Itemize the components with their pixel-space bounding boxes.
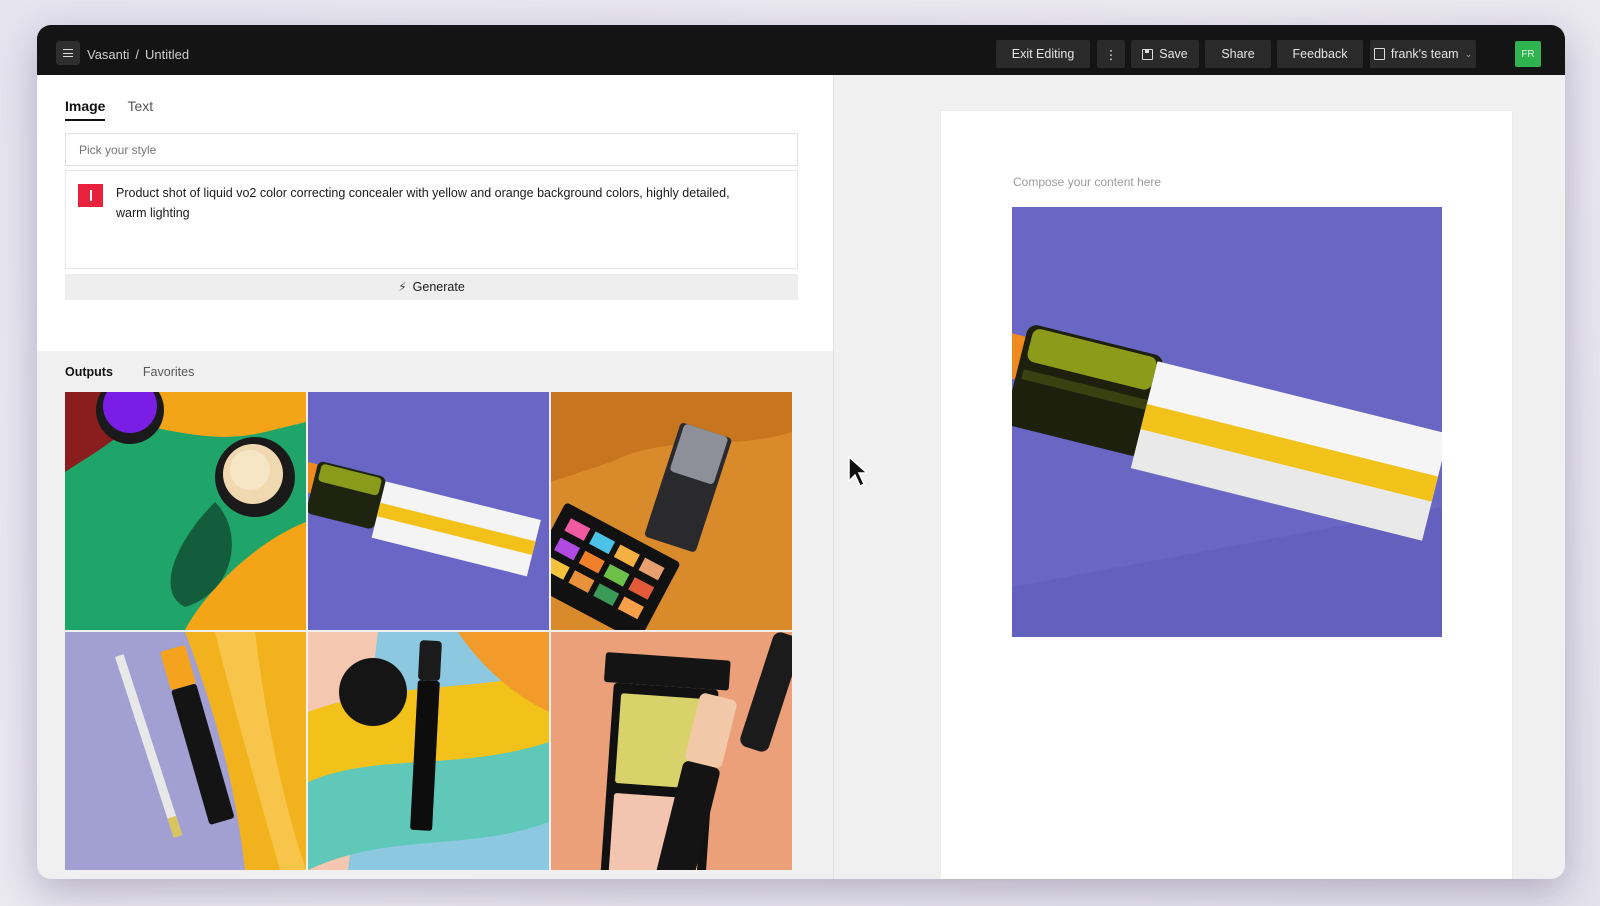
breadcrumb-workspace[interactable]: Vasanti <box>87 47 129 62</box>
output-image-6[interactable] <box>551 632 792 870</box>
generate-button[interactable]: ⚡ Generate <box>65 274 798 300</box>
outputs-tabs: Outputs Favorites <box>65 365 194 379</box>
output-image-2[interactable] <box>308 392 549 630</box>
more-icon: ⋮ <box>1104 47 1118 62</box>
breadcrumb: Vasanti / Untitled <box>87 47 189 62</box>
prompt-text[interactable]: Product shot of liquid vo2 color correct… <box>116 183 756 223</box>
canvas-selected-image[interactable] <box>1012 207 1442 637</box>
tab-outputs[interactable]: Outputs <box>65 365 113 379</box>
save-icon <box>1142 48 1154 60</box>
tab-image[interactable]: Image <box>65 98 106 121</box>
feedback-label: Feedback <box>1292 47 1348 61</box>
output-image-2-art <box>308 392 549 630</box>
prompt-textarea[interactable]: Product shot of liquid vo2 color correct… <box>65 170 798 269</box>
output-image-1-art <box>65 392 306 630</box>
output-image-3-art <box>551 392 792 630</box>
prompt-panel: Image Text Product shot of liquid vo2 co… <box>37 75 833 351</box>
exit-editing-button[interactable]: Exit Editing <box>996 40 1090 68</box>
canvas-image-art <box>1012 207 1442 637</box>
mouse-cursor-icon <box>848 455 869 488</box>
share-label: Share <box>1221 47 1255 61</box>
tab-text[interactable]: Text <box>127 98 153 121</box>
outputs-grid <box>65 392 793 870</box>
output-image-4-art <box>65 632 306 870</box>
tab-favorites[interactable]: Favorites <box>143 365 194 379</box>
magic-wand-icon: ⚡ <box>398 280 407 294</box>
save-label: Save <box>1159 47 1188 61</box>
generate-label: Generate <box>412 280 465 294</box>
text-cursor-icon <box>78 184 103 207</box>
output-image-1[interactable] <box>65 392 306 630</box>
output-image-5[interactable] <box>308 632 549 870</box>
canvas-hint: Compose your content here <box>1013 175 1162 189</box>
team-label: frank's team <box>1390 47 1459 61</box>
style-input[interactable] <box>65 133 798 166</box>
exit-editing-label: Exit Editing <box>1011 47 1075 61</box>
output-image-6-art <box>551 632 792 870</box>
chevron-down-icon: ⌄ <box>1464 48 1473 59</box>
more-options-button[interactable]: ⋮ <box>1097 40 1125 68</box>
save-button[interactable]: Save <box>1131 40 1199 68</box>
panel-divider <box>833 75 834 879</box>
output-image-5-art <box>308 632 549 870</box>
output-image-3[interactable] <box>551 392 792 630</box>
breadcrumb-separator: / <box>135 47 140 62</box>
breadcrumb-document[interactable]: Untitled <box>145 47 189 62</box>
compose-canvas[interactable]: Compose your content here <box>941 111 1512 879</box>
hamburger-icon[interactable] <box>56 41 80 65</box>
editor-tabs: Image Text <box>65 98 153 121</box>
team-icon <box>1373 48 1385 60</box>
app-window: Vasanti / Untitled Exit Editing ⋮ Save S… <box>37 25 1565 879</box>
output-image-4[interactable] <box>65 632 306 870</box>
top-bar: Vasanti / Untitled Exit Editing ⋮ Save S… <box>37 25 1565 75</box>
team-switcher-button[interactable]: frank's team ⌄ <box>1370 40 1476 68</box>
avatar[interactable]: FR <box>1515 41 1541 67</box>
share-button[interactable]: Share <box>1205 40 1271 68</box>
feedback-button[interactable]: Feedback <box>1277 40 1363 68</box>
